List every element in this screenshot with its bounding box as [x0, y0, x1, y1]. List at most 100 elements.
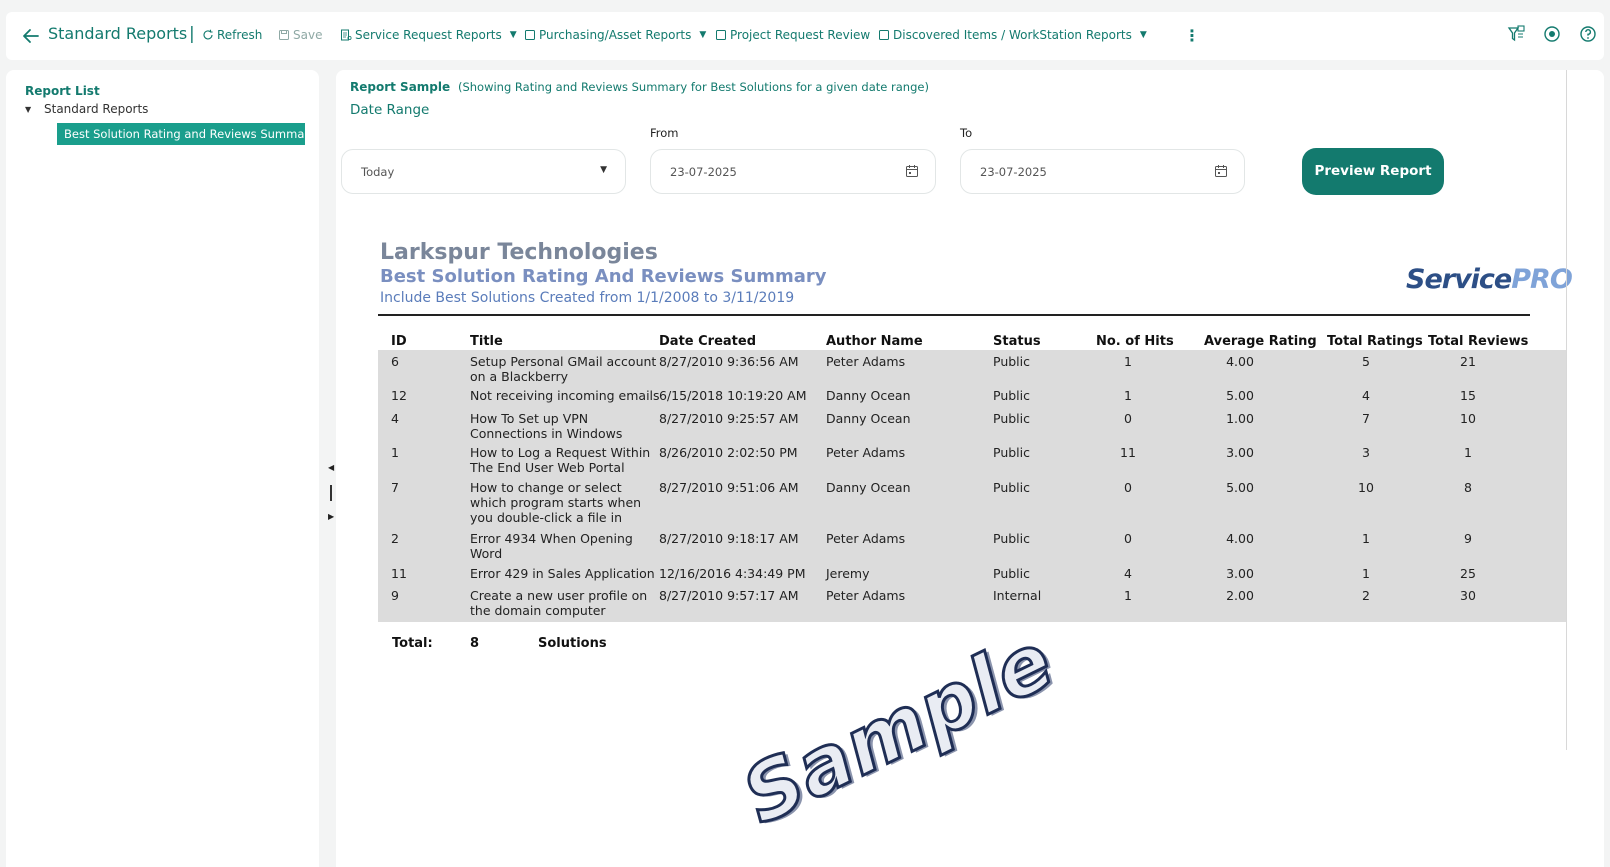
table-cell-reviews: 1 — [1464, 445, 1472, 460]
table-cell-hits: 0 — [1124, 531, 1132, 546]
total-unit: Solutions — [538, 636, 607, 651]
report-sample-image: Larkspur Technologies Best Solution Rati… — [378, 240, 1580, 844]
table-cell-ratings: 2 — [1362, 588, 1370, 603]
table-cell-reviews: 30 — [1460, 588, 1476, 603]
record-icon[interactable] — [1541, 23, 1563, 45]
table-cell-id: 1 — [391, 445, 399, 460]
from-label: From — [650, 126, 679, 140]
table-cell-author: Peter Adams — [826, 588, 906, 603]
tree-item-best-solution-rating[interactable]: Best Solution Rating and Reviews Summary — [57, 123, 305, 145]
chevron-down-icon: ▼ — [699, 30, 707, 40]
report-column-header: ID — [391, 334, 407, 349]
expand-right-icon[interactable]: ▶ — [328, 512, 334, 521]
table-cell-status: Public — [993, 388, 1030, 403]
table-cell-id: 11 — [391, 566, 407, 581]
report-sample-label: Report Sample — [350, 80, 451, 94]
more-options-icon[interactable]: ⋮ — [1184, 26, 1200, 45]
project-request-review-link[interactable]: Project Request Review — [715, 28, 870, 42]
table-cell-status: Public — [993, 411, 1030, 426]
date-range-select[interactable]: Today ▼ — [341, 149, 626, 194]
scrollbar-track[interactable] — [1566, 70, 1567, 750]
date-range-value: Today — [361, 165, 395, 179]
table-cell-avg: 3.00 — [1226, 566, 1254, 581]
table-cell-author: Danny Ocean — [826, 480, 911, 495]
table-cell-id: 6 — [391, 354, 399, 369]
table-cell-author: Peter Adams — [826, 354, 906, 369]
table-cell-date: 8/27/2010 9:36:56 AM — [659, 354, 799, 369]
save-icon — [279, 30, 289, 40]
table-cell-reviews: 15 — [1460, 388, 1476, 403]
report-table-header: ID Title Date Created Author Name Status No. … — [378, 328, 1566, 350]
table-cell-status: Public — [993, 480, 1030, 495]
calendar-icon[interactable] — [1214, 164, 1228, 178]
table-cell-status: Public — [993, 566, 1030, 581]
document-icon — [525, 30, 535, 40]
table-cell-author: Danny Ocean — [826, 388, 911, 403]
report-title: Best Solution Rating And Reviews Summary — [380, 266, 827, 287]
table-cell-avg: 4.00 — [1226, 354, 1254, 369]
table-cell-reviews: 8 — [1464, 480, 1472, 495]
top-toolbar: Standard Reports | Refresh Save Service … — [6, 12, 1604, 60]
table-cell-avg: 4.00 — [1226, 531, 1254, 546]
report-icon — [341, 29, 352, 41]
total-count: 8 — [470, 636, 480, 651]
tree-node-standard-reports[interactable]: Standard Reports — [44, 102, 148, 116]
service-request-reports-label: Service Request Reports — [355, 28, 502, 42]
report-list-panel: Report List ▼ Standard Reports Best Solu… — [6, 70, 319, 867]
table-cell-author: Jeremy — [826, 566, 870, 581]
back-arrow-icon[interactable] — [20, 25, 42, 47]
calendar-icon[interactable] — [905, 164, 919, 178]
table-cell-title: How to change or select which program st… — [470, 480, 642, 525]
report-column-header: Total Reviews — [1428, 334, 1529, 349]
servicepro-logo: ServicePRO — [1406, 258, 1573, 306]
discovered-items-menu[interactable]: Discovered Items / WorkStation Reports ▼ — [878, 28, 1147, 42]
purchasing-asset-reports-label: Purchasing/Asset Reports — [539, 28, 692, 42]
from-date-input[interactable]: 23-07-2025 — [650, 149, 936, 194]
table-cell-id: 9 — [391, 588, 399, 603]
table-cell-ratings: 4 — [1362, 388, 1370, 403]
splitter-handle[interactable] — [330, 485, 332, 501]
table-cell-title: Not receiving incoming emails — [470, 388, 660, 403]
filter-icon[interactable] — [1505, 23, 1527, 45]
table-cell-avg: 1.00 — [1226, 411, 1254, 426]
service-request-reports-menu[interactable]: Service Request Reports ▼ — [340, 28, 517, 42]
table-cell-reviews: 21 — [1460, 354, 1476, 369]
table-cell-id: 4 — [391, 411, 399, 426]
table-cell-date: 8/27/2010 9:25:57 AM — [659, 411, 799, 426]
logo-text-pro: PRO — [1511, 264, 1573, 295]
table-cell-date: 6/15/2018 10:19:20 AM — [659, 388, 807, 403]
total-label: Total: — [392, 636, 433, 651]
table-cell-ratings: 7 — [1362, 411, 1370, 426]
purchasing-asset-reports-menu[interactable]: Purchasing/Asset Reports ▼ — [524, 28, 706, 42]
refresh-button[interactable]: Refresh — [202, 28, 262, 42]
help-icon[interactable] — [1577, 23, 1599, 45]
table-cell-hits: 4 — [1124, 566, 1132, 581]
report-sample-heading: Report Sample (Showing Rating and Review… — [350, 80, 929, 94]
table-cell-status: Internal — [993, 588, 1042, 603]
project-request-review-label: Project Request Review — [730, 28, 871, 42]
chevron-down-icon: ▼ — [509, 30, 517, 40]
table-cell-id: 7 — [391, 480, 399, 495]
table-cell-id: 12 — [391, 388, 407, 403]
table-cell-hits: 1 — [1124, 588, 1132, 603]
tree-expand-icon[interactable]: ▼ — [25, 105, 31, 114]
report-list-title: Report List — [25, 84, 100, 98]
to-date-input[interactable]: 23-07-2025 — [960, 149, 1245, 194]
table-cell-date: 12/16/2016 4:34:49 PM — [659, 566, 806, 581]
save-button[interactable]: Save — [278, 28, 322, 42]
panel-splitter[interactable]: ◀ ▶ — [320, 455, 334, 535]
table-cell-ratings: 1 — [1362, 566, 1370, 581]
save-label: Save — [293, 28, 323, 42]
table-cell-title: Error 429 in Sales Application — [470, 566, 655, 581]
main-panel: Report Sample (Showing Rating and Review… — [336, 70, 1604, 867]
table-cell-title: How to Log a Request Within The End User… — [470, 445, 651, 475]
refresh-icon — [203, 29, 213, 40]
table-cell-status: Public — [993, 531, 1030, 546]
table-cell-hits: 11 — [1120, 445, 1136, 460]
preview-report-button[interactable]: Preview Report — [1302, 148, 1444, 195]
report-column-header: Date Created — [659, 334, 756, 349]
report-column-header: Author Name — [826, 334, 923, 349]
report-column-header: Average Rating — [1204, 334, 1317, 349]
collapse-left-icon[interactable]: ◀ — [328, 463, 334, 472]
table-cell-author: Peter Adams — [826, 445, 906, 460]
